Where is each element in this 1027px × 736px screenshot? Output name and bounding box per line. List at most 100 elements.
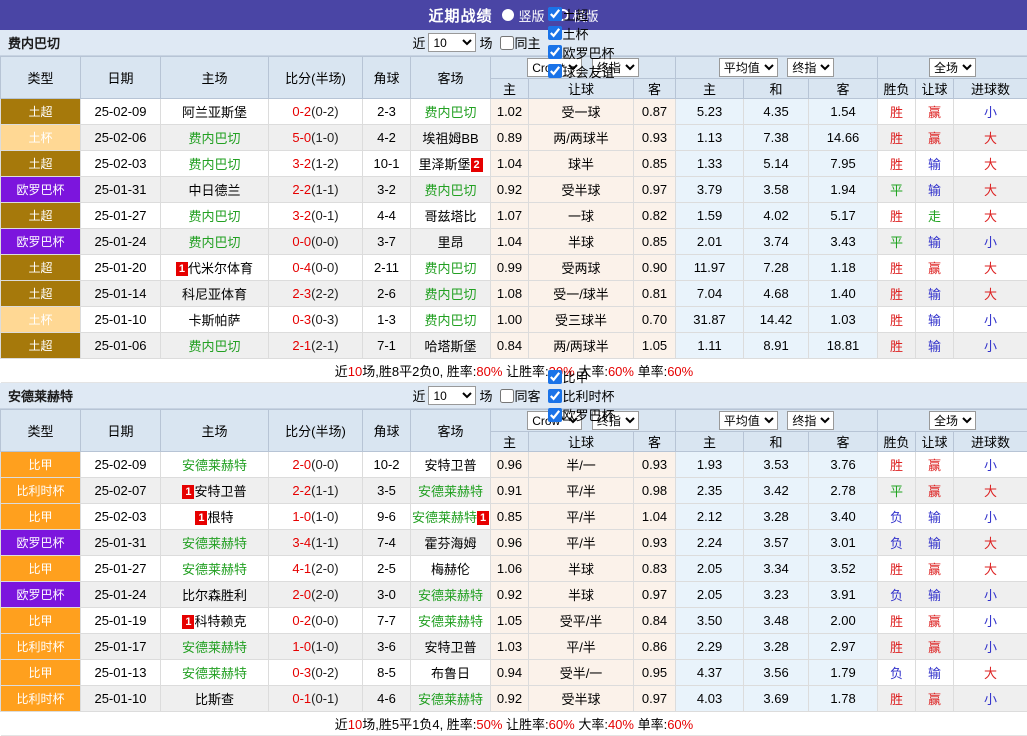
league-filter[interactable]: 欧罗巴杯 — [544, 43, 615, 62]
odds-away: 0.93 — [634, 452, 676, 478]
avg-draw: 4.35 — [744, 99, 809, 125]
avg-home: 2.29 — [676, 634, 744, 660]
team-link: 安德莱赫特 — [182, 458, 247, 473]
summary-stat-label: 近 — [335, 364, 348, 379]
avg-draw: 3.48 — [744, 608, 809, 634]
summary-stat-label: 场,胜5平1负4, 胜率: — [362, 717, 476, 732]
col-goals-header: 进球数 — [954, 79, 1027, 99]
match-date: 25-02-03 — [81, 504, 161, 530]
team-link: 安德莱赫特 — [418, 588, 483, 603]
handicap-result-badge: 赢 — [916, 478, 954, 504]
same-side-filter[interactable]: 同客 — [496, 386, 541, 405]
result-badge: 胜 — [878, 556, 916, 582]
match-date: 25-01-27 — [81, 556, 161, 582]
scope-select[interactable]: 全场 — [929, 411, 976, 430]
corner-count: 4-2 — [363, 125, 411, 151]
league-filter[interactable]: 比甲 — [544, 367, 615, 386]
handicap-result-badge: 赢 — [916, 452, 954, 478]
avg-away: 1.03 — [809, 307, 878, 333]
league-filters: 土超土杯欧罗巴杯球会友谊 — [544, 5, 615, 81]
match-row: 欧罗巴杯 25-01-24 比尔森胜利 2-0(2-0) 3-0 安德莱赫特 0… — [1, 582, 1027, 608]
handicap-result-badge: 输 — [916, 177, 954, 203]
same-side-filter[interactable]: 同主 — [496, 33, 541, 52]
league-filter[interactable]: 土超 — [544, 5, 615, 24]
league-checkbox[interactable] — [548, 45, 562, 59]
average-final-select[interactable]: 终指 — [787, 411, 834, 430]
avg-home: 2.24 — [676, 530, 744, 556]
handicap-result-badge: 输 — [916, 307, 954, 333]
near-count-select[interactable]: 10 — [428, 33, 476, 52]
scope-group-header: 全场 — [878, 57, 1027, 79]
match-row: 比甲 25-01-27 安德莱赫特 4-1(2-0) 2-5 梅赫伦 1.06 … — [1, 556, 1027, 582]
avg-away: 5.17 — [809, 203, 878, 229]
odds-home: 0.94 — [491, 660, 529, 686]
halftime-score: (0-1) — [311, 691, 338, 706]
team-link: 阿兰亚斯堡 — [182, 105, 247, 120]
summary-stat-value: 60% — [667, 717, 693, 732]
filter-row: 安德莱赫特 近 10 场 同客 比甲比利时杯欧罗巴杯 — [0, 383, 1027, 409]
league-checkbox[interactable] — [548, 7, 562, 21]
league-checkbox[interactable] — [548, 389, 562, 403]
match-date: 25-01-27 — [81, 203, 161, 229]
result-badge: 负 — [878, 582, 916, 608]
average-select[interactable]: 平均值 — [719, 58, 778, 77]
league-filter[interactable]: 球会友谊 — [544, 62, 615, 81]
avg-away: 1.18 — [809, 255, 878, 281]
result-badge: 胜 — [878, 686, 916, 712]
odds-home: 0.91 — [491, 478, 529, 504]
score: 2-2(1-1) — [269, 177, 363, 203]
league-filter[interactable]: 比利时杯 — [544, 386, 615, 405]
odds-handicap: 两/两球半 — [529, 333, 634, 359]
avg-draw: 7.38 — [744, 125, 809, 151]
odds-away: 0.70 — [634, 307, 676, 333]
corner-count: 8-5 — [363, 660, 411, 686]
summary-stat-label: 大率: — [575, 717, 608, 732]
same-side-checkbox[interactable] — [500, 389, 514, 403]
team-link: 安德莱赫特 — [418, 614, 483, 629]
goals-badge: 大 — [954, 203, 1027, 229]
goals-badge: 小 — [954, 608, 1027, 634]
result-badge: 胜 — [878, 151, 916, 177]
fulltime-score: 0-2 — [292, 104, 311, 119]
league-filter[interactable]: 欧罗巴杯 — [544, 405, 615, 424]
match-type: 比利时杯 — [1, 686, 81, 712]
odds-home: 0.99 — [491, 255, 529, 281]
halftime-score: (1-1) — [311, 182, 338, 197]
summary-stat-value: 50% — [476, 717, 502, 732]
league-checkbox[interactable] — [548, 408, 562, 422]
match-row: 土超 25-01-06 费内巴切 2-1(2-1) 7-1 哈塔斯堡 0.84 … — [1, 333, 1027, 359]
scope-select[interactable]: 全场 — [929, 58, 976, 77]
match-date: 25-02-07 — [81, 478, 161, 504]
league-checkbox[interactable] — [548, 370, 562, 384]
odds-handicap: 受半/一 — [529, 660, 634, 686]
odds-handicap: 平/半 — [529, 530, 634, 556]
team-link: 比斯查 — [195, 692, 234, 707]
near-count-select[interactable]: 10 — [428, 386, 476, 405]
halftime-score: (0-1) — [311, 208, 338, 223]
avg-home: 1.59 — [676, 203, 744, 229]
handicap-result-badge: 走 — [916, 203, 954, 229]
odds-home: 0.85 — [491, 504, 529, 530]
odds-home: 1.03 — [491, 634, 529, 660]
team-link: 根特 — [207, 510, 233, 525]
col-avg-draw-header: 和 — [744, 432, 809, 452]
team-link: 代米尔体育 — [188, 261, 253, 276]
same-side-checkbox[interactable] — [500, 36, 514, 50]
result-badge: 负 — [878, 660, 916, 686]
league-checkbox[interactable] — [548, 64, 562, 78]
result-badge: 胜 — [878, 333, 916, 359]
halftime-score: (2-2) — [311, 286, 338, 301]
score: 0-1(0-1) — [269, 686, 363, 712]
col-corner-header: 角球 — [363, 410, 411, 452]
avg-home: 11.97 — [676, 255, 744, 281]
average-final-select[interactable]: 终指 — [787, 58, 834, 77]
average-select[interactable]: 平均值 — [719, 411, 778, 430]
match-type: 比甲 — [1, 452, 81, 478]
match-date: 25-01-14 — [81, 281, 161, 307]
match-date: 25-01-19 — [81, 608, 161, 634]
match-type: 欧罗巴杯 — [1, 530, 81, 556]
league-checkbox[interactable] — [548, 26, 562, 40]
avg-home: 1.13 — [676, 125, 744, 151]
league-filter[interactable]: 土杯 — [544, 24, 615, 43]
team-link: 霍芬海姆 — [424, 536, 476, 551]
